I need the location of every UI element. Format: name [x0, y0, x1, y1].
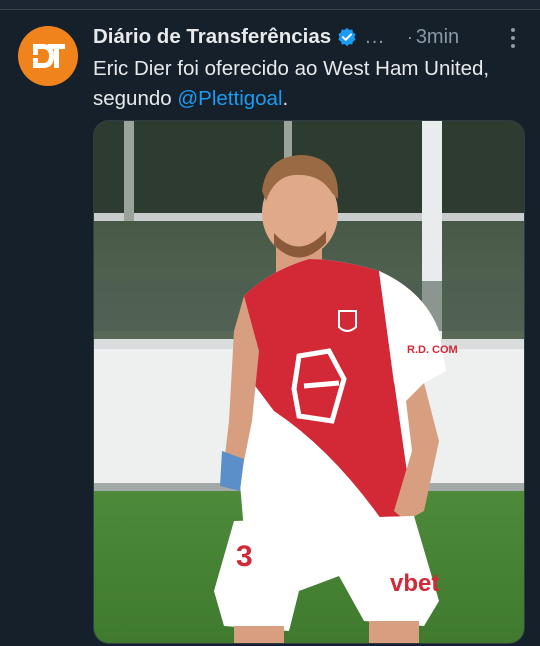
dt-logo-icon — [30, 44, 65, 68]
shorts-number: 3 — [236, 540, 253, 573]
more-options-icon[interactable] — [503, 24, 523, 50]
tweet-header: Diário de Transferências ... · 3min — [93, 24, 533, 50]
tweet-text-body: Eric Dier foi oferecido ao West Ham Unit… — [93, 57, 490, 110]
avatar[interactable] — [18, 26, 78, 86]
verified-badge-icon — [338, 27, 356, 47]
author-name[interactable]: Diário de Transferências — [93, 25, 331, 49]
shirt-sponsor: vbet — [390, 570, 439, 597]
author-handle[interactable]: ... — [365, 26, 385, 49]
separator-dot: · — [406, 26, 413, 47]
player-photo: 3 R.D. COM vbet — [94, 121, 524, 643]
tweet-card[interactable]: Diário de Transferências ... · 3min Eric… — [0, 10, 540, 646]
tweet-timestamp[interactable]: 3min — [416, 26, 459, 49]
shirt-text: R.D. COM — [407, 344, 458, 356]
tweet-image[interactable]: 3 R.D. COM vbet — [93, 120, 525, 644]
tweet-text-end: . — [282, 87, 289, 110]
top-divider — [0, 0, 540, 10]
tweet-text: Eric Dier foi oferecido ao West Ham Unit… — [93, 54, 513, 114]
mention-link[interactable]: @Plettigoal — [177, 87, 282, 110]
